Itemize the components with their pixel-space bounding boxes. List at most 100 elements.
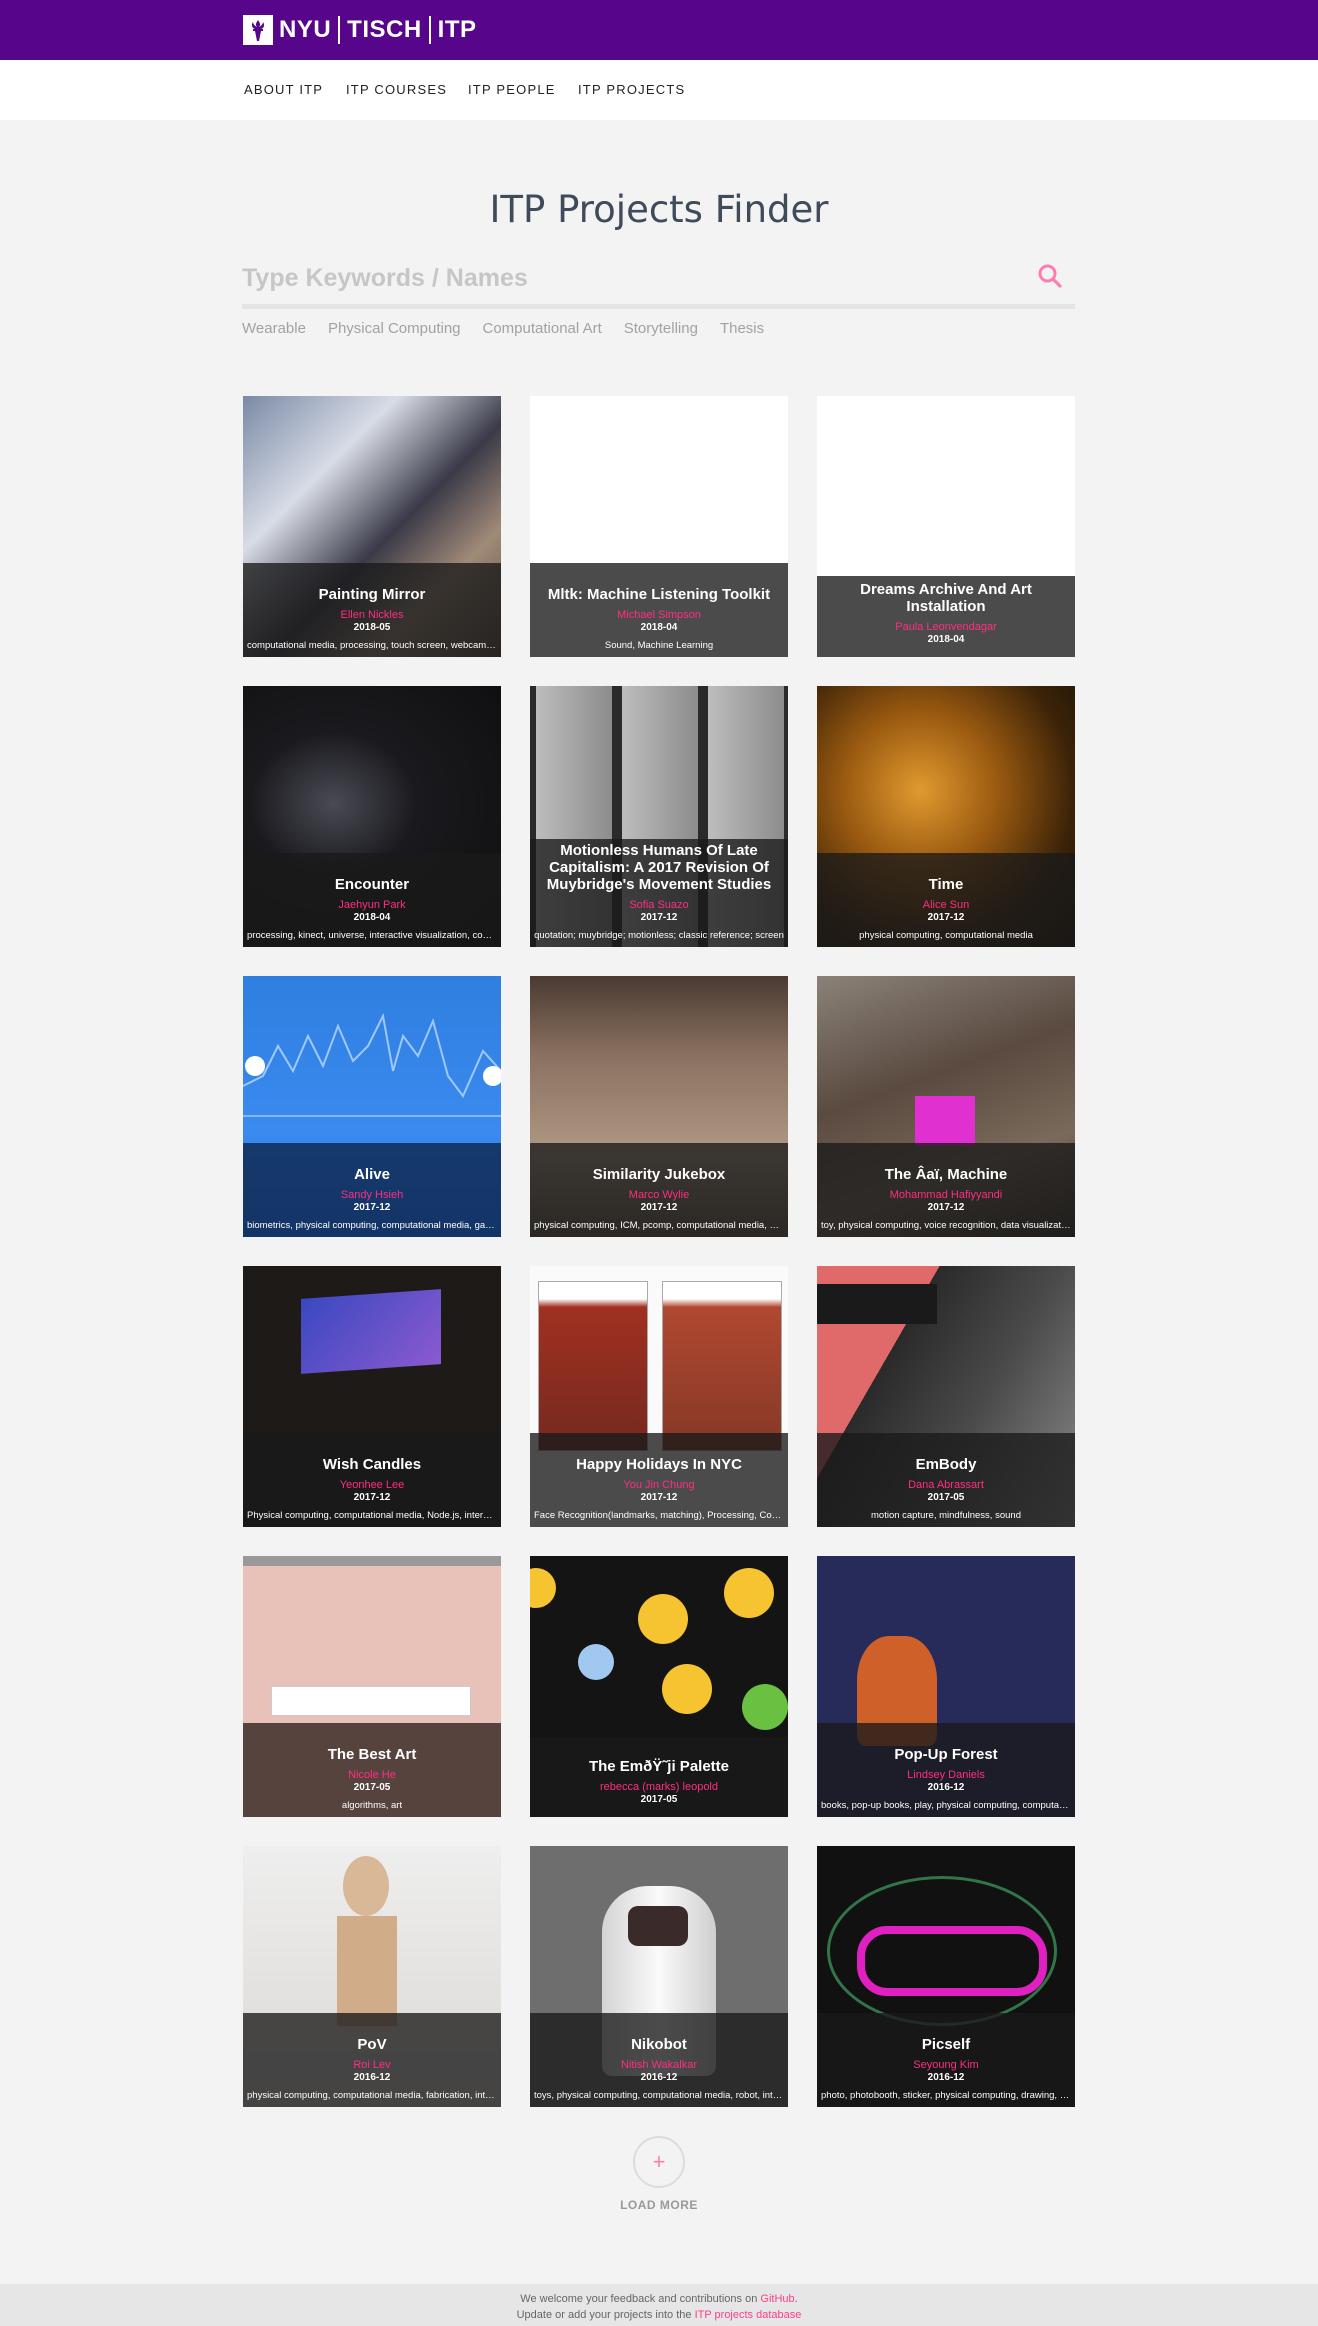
project-date: 2016-12 xyxy=(353,2072,391,2083)
project-date: 2017-12 xyxy=(640,1492,678,1503)
project-tags: physical computing, computational media,… xyxy=(247,2090,497,2101)
project-date: 2018-04 xyxy=(927,634,965,645)
load-more-button[interactable]: + xyxy=(633,2136,685,2188)
project-author: Roi Lev xyxy=(353,2059,391,2071)
search-input[interactable] xyxy=(242,255,1022,301)
project-card[interactable]: The EmðŸ˜ji Palette rebecca (marks) leop… xyxy=(530,1556,788,1817)
logo-tisch: TISCH xyxy=(347,16,422,43)
project-card[interactable]: Motionless Humans Of Late Capitalism: A … xyxy=(530,686,788,947)
card-overlay: The Âaï, Machine Mohammad Hafiyyandi 201… xyxy=(817,1143,1075,1237)
project-author: Nitish Wakalkar xyxy=(621,2059,697,2071)
filter-storytelling[interactable]: Storytelling xyxy=(624,320,698,337)
project-author: Sandy Hsieh xyxy=(340,1189,404,1201)
footer-text: . xyxy=(794,2293,798,2305)
card-overlay: EmBody Dana Abrassart 2017-05 motion cap… xyxy=(817,1433,1075,1527)
project-title: Happy Holidays In NYC xyxy=(576,1456,742,1473)
project-author: Paula Leonvendagar xyxy=(895,621,997,633)
filter-computational-art[interactable]: Computational Art xyxy=(483,320,602,337)
project-card[interactable]: Alive Sandy Hsieh 2017-12 biometrics, ph… xyxy=(243,976,501,1237)
project-tags: toys, physical computing, computational … xyxy=(534,2090,784,2101)
project-date: 2017-12 xyxy=(927,1202,965,1213)
projects-database-link[interactable]: ITP projects database xyxy=(695,2309,802,2321)
project-card[interactable]: Dreams Archive And Art Installation Paul… xyxy=(817,396,1075,657)
nav-itp-courses[interactable]: ITP COURSES xyxy=(346,82,447,97)
plus-icon: + xyxy=(652,2149,666,2174)
project-date: 2017-12 xyxy=(353,1492,391,1503)
nav-itp-people[interactable]: ITP PEOPLE xyxy=(468,82,556,97)
project-tags: toy, physical computing, voice recogniti… xyxy=(821,1220,1071,1231)
project-author: Dana Abrassart xyxy=(908,1479,984,1491)
project-card[interactable]: Pop-Up Forest Lindsey Daniels 2016-12 bo… xyxy=(817,1556,1075,1817)
project-date: 2017-12 xyxy=(640,912,678,923)
project-tags: Face Recognition(landmarks, matching), P… xyxy=(534,1510,784,1521)
project-title: The Best Art xyxy=(327,1746,417,1763)
project-card[interactable]: Similarity Jukebox Marco Wylie 2017-12 p… xyxy=(530,976,788,1237)
logo-itp: ITP xyxy=(437,16,477,43)
project-card[interactable]: The Âaï, Machine Mohammad Hafiyyandi 201… xyxy=(817,976,1075,1237)
card-overlay: Similarity Jukebox Marco Wylie 2017-12 p… xyxy=(530,1143,788,1237)
search-bar xyxy=(242,255,1075,309)
project-card[interactable]: The Best Art Nicole He 2017-05 algorithm… xyxy=(243,1556,501,1817)
project-title: Alive xyxy=(354,1166,390,1183)
project-tags: motion capture, mindfulness, sound xyxy=(871,1510,1021,1521)
project-author: Alice Sun xyxy=(922,899,970,911)
filter-thesis[interactable]: Thesis xyxy=(720,320,764,337)
project-card[interactable]: EmBody Dana Abrassart 2017-05 motion cap… xyxy=(817,1266,1075,1527)
card-overlay: Motionless Humans Of Late Capitalism: A … xyxy=(530,839,788,947)
card-overlay: Picself Seyoung Kim 2016-12 photo, photo… xyxy=(817,2013,1075,2107)
card-overlay: Wish Candles Yeonhee Lee 2017-12 Physica… xyxy=(243,1433,501,1527)
project-author: Lindsey Daniels xyxy=(907,1769,985,1781)
project-tags: quotation; muybridge; motionless; classi… xyxy=(534,930,784,941)
project-tags: algorithms, art xyxy=(341,1800,403,1811)
project-card[interactable]: Wish Candles Yeonhee Lee 2017-12 Physica… xyxy=(243,1266,501,1527)
project-tags: physical computing, computational media xyxy=(859,930,1033,941)
project-title: The Âaï, Machine xyxy=(884,1166,1008,1183)
project-title: Picself xyxy=(921,2036,971,2053)
project-author: Michael Simpson xyxy=(617,609,701,621)
project-title: Painting Mirror xyxy=(318,586,426,603)
footer-line-2: Update or add your projects into the ITP… xyxy=(0,2307,1318,2323)
project-author: You Jin Chung xyxy=(623,1479,695,1491)
project-tags: biometrics, physical computing, computat… xyxy=(247,1220,497,1231)
search-icon[interactable] xyxy=(1037,263,1065,291)
card-overlay: The Best Art Nicole He 2017-05 algorithm… xyxy=(243,1723,501,1817)
project-date: 2017-12 xyxy=(927,912,965,923)
project-card[interactable]: PoV Roi Lev 2016-12 physical computing, … xyxy=(243,1846,501,2107)
project-card[interactable]: Happy Holidays In NYC You Jin Chung 2017… xyxy=(530,1266,788,1527)
project-title: Pop-Up Forest xyxy=(894,1746,998,1763)
filter-physical-computing[interactable]: Physical Computing xyxy=(328,320,461,337)
nav-itp-projects[interactable]: ITP PROJECTS xyxy=(578,82,685,97)
project-tags: Physical computing, computational media,… xyxy=(247,1510,497,1521)
logo-divider xyxy=(338,16,341,44)
project-title: Wish Candles xyxy=(322,1456,422,1473)
footer-line-1: We welcome your feedback and contributio… xyxy=(0,2291,1318,2307)
filter-tags: Wearable Physical Computing Computationa… xyxy=(242,320,786,337)
card-overlay: Dreams Archive And Art Installation Paul… xyxy=(817,576,1075,657)
project-author: Yeonhee Lee xyxy=(339,1479,405,1491)
filter-wearable[interactable]: Wearable xyxy=(242,320,306,337)
card-overlay: Time Alice Sun 2017-12 physical computin… xyxy=(817,853,1075,947)
project-title: Motionless Humans Of Late Capitalism: A … xyxy=(546,842,772,893)
project-card[interactable]: Painting Mirror Ellen Nickles 2018-05 co… xyxy=(243,396,501,657)
project-title: The EmðŸ˜ji Palette xyxy=(588,1758,730,1775)
project-card[interactable]: Picself Seyoung Kim 2016-12 photo, photo… xyxy=(817,1846,1075,2107)
nav-about-itp[interactable]: ABOUT ITP xyxy=(244,82,323,97)
card-overlay: Nikobot Nitish Wakalkar 2016-12 toys, ph… xyxy=(530,2013,788,2107)
main-nav: ABOUT ITP ITP COURSES ITP PEOPLE ITP PRO… xyxy=(0,60,1318,120)
github-link[interactable]: GitHub xyxy=(760,2293,794,2305)
project-date: 2017-05 xyxy=(640,1794,678,1805)
nyu-tisch-itp-logo[interactable]: NYU TISCH ITP xyxy=(243,14,477,46)
project-date: 2017-05 xyxy=(927,1492,965,1503)
load-more-label[interactable]: LOAD MORE xyxy=(559,2198,759,2212)
project-card[interactable]: Time Alice Sun 2017-12 physical computin… xyxy=(817,686,1075,947)
footer: We welcome your feedback and contributio… xyxy=(0,2284,1318,2326)
project-title: Nikobot xyxy=(631,2036,687,2053)
project-author: Jaehyun Park xyxy=(338,899,406,911)
project-card[interactable]: Nikobot Nitish Wakalkar 2016-12 toys, ph… xyxy=(530,1846,788,2107)
project-tags: processing, kinect, universe, interactiv… xyxy=(247,930,497,941)
project-author: Mohammad Hafiyyandi xyxy=(889,1189,1003,1201)
project-card[interactable]: Encounter Jaehyun Park 2018-04 processin… xyxy=(243,686,501,947)
project-card[interactable]: Mltk: Machine Listening Toolkit Michael … xyxy=(530,396,788,657)
project-title: Similarity Jukebox xyxy=(592,1166,726,1183)
card-overlay: Encounter Jaehyun Park 2018-04 processin… xyxy=(243,853,501,947)
